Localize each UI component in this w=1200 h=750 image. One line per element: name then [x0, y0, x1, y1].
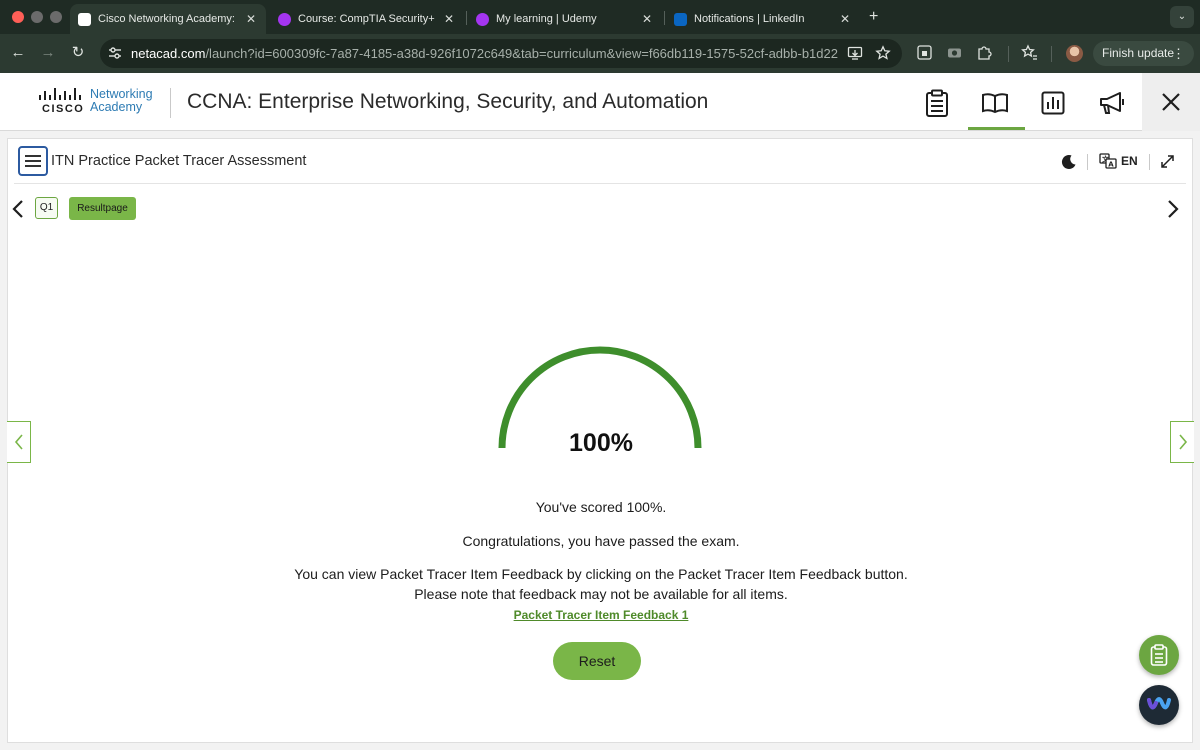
browser-tab-comptia[interactable]: Course: CompTIA Security+ (S ✕ [270, 4, 464, 34]
header-divider [170, 88, 171, 118]
window-zoom-button[interactable] [50, 11, 62, 23]
url-text[interactable]: netacad.com/launch?id=600309fc-7a87-4185… [131, 46, 839, 61]
packet-tracer-feedback-link[interactable]: Packet Tracer Item Feedback 1 [8, 608, 1194, 622]
back-arrow-icon[interactable]: ← [8, 43, 28, 63]
bookmarks-list-icon[interactable] [1020, 44, 1038, 62]
clipboard-icon [926, 89, 948, 117]
logo-line-2: Academy [90, 100, 143, 114]
next-question-button[interactable] [1166, 199, 1180, 224]
card-divider [14, 183, 1186, 184]
active-tab-indicator [968, 127, 1025, 130]
dark-mode-toggle[interactable] [1061, 154, 1077, 175]
tab-title: Course: CompTIA Security+ (S [298, 13, 436, 25]
toolbar-separator [1149, 154, 1150, 170]
tab-title: Notifications | LinkedIn [694, 13, 805, 25]
window-minimize-button[interactable] [31, 11, 43, 23]
toolbar-separator [1087, 154, 1088, 170]
megaphone-icon [1100, 92, 1124, 114]
browser-tab-linkedin[interactable]: Notifications | LinkedIn ✕ [666, 4, 860, 34]
forward-arrow-icon[interactable]: → [38, 43, 58, 63]
moon-icon [1061, 155, 1076, 170]
address-bar[interactable]: netacad.com/launch?id=600309fc-7a87-4185… [100, 39, 902, 68]
tab-close-icon[interactable]: ✕ [244, 12, 258, 26]
hamburger-icon-line [25, 165, 41, 167]
install-app-icon[interactable] [847, 45, 863, 64]
webex-button[interactable] [1139, 685, 1179, 725]
svg-text:A: A [1108, 161, 1114, 169]
course-title: CCNA: Enterprise Networking, Security, a… [187, 90, 709, 113]
toolbar-separator [1051, 46, 1052, 62]
score-percentage: 100% [569, 429, 633, 457]
score-message: You've scored 100%. [535, 499, 667, 515]
clipboard-button[interactable] [917, 83, 957, 123]
browser-tab-udemy[interactable]: My learning | Udemy ✕ [468, 4, 662, 34]
finish-update-button[interactable]: Finish update ⋮ [1093, 41, 1194, 66]
more-menu-icon[interactable]: ⋮ [1172, 41, 1185, 66]
new-tab-icon[interactable]: + [869, 8, 878, 26]
app-header: CISCO Networking Academy CCNA: Enterpris… [0, 73, 1200, 131]
floating-clipboard-button[interactable] [1139, 635, 1179, 675]
chevron-right-icon [1168, 200, 1179, 218]
congratulations-message: Congratulations, you have passed the exa… [462, 533, 740, 549]
logo-wordmark: CISCO [42, 103, 85, 115]
language-code: EN [1121, 154, 1138, 168]
window-close-button[interactable] [12, 11, 24, 23]
expand-icon [1161, 155, 1174, 168]
book-button[interactable] [975, 83, 1015, 123]
logo-academy-text: Networking Academy [90, 88, 153, 114]
site-settings-icon[interactable] [108, 46, 124, 61]
assessment-title: ITN Practice Packet Tracer Assessment [51, 153, 307, 169]
assessment-card: ITN Practice Packet Tracer Assessment 文A… [7, 138, 1194, 743]
udemy-favicon-icon [278, 12, 291, 26]
toolbar-separator [1008, 46, 1009, 62]
tab-separator [466, 11, 467, 25]
feedback-info-line-1: You can view Packet Tracer Item Feedback… [294, 566, 908, 582]
browser-tab-netacad[interactable]: Cisco Networking Academy: C ✕ [70, 4, 266, 34]
url-path: /launch?id=600309fc-7a87-4185-a38d-926f1… [205, 46, 839, 61]
tab-title: My learning | Udemy [496, 13, 597, 25]
browser-tab-bar: Cisco Networking Academy: C ✕ Course: Co… [0, 0, 1200, 34]
linkedin-favicon-icon [674, 12, 687, 26]
feedback-info-line-2: Please note that feedback may not be ava… [414, 586, 788, 602]
camera-icon[interactable] [945, 44, 963, 62]
previous-question-button[interactable] [11, 199, 25, 224]
close-course-button[interactable] [1142, 73, 1200, 131]
tab-close-icon[interactable]: ✕ [442, 12, 456, 26]
udemy-favicon-icon [476, 12, 489, 26]
book-icon [982, 93, 1008, 114]
url-host: netacad.com [131, 46, 206, 61]
result-page-pill[interactable]: Resultpage [69, 197, 136, 220]
grades-button[interactable] [1033, 83, 1073, 123]
hamburger-icon-line [25, 160, 41, 162]
webex-icon [1147, 697, 1171, 710]
tab-search-chevron-icon[interactable]: ⌄ [1170, 6, 1194, 28]
chart-icon [1041, 91, 1065, 115]
cisco-bars-icon [39, 88, 81, 100]
share-icon[interactable] [915, 44, 933, 62]
bookmark-star-icon[interactable] [875, 45, 891, 64]
reset-button[interactable]: Reset [553, 642, 641, 680]
menu-button[interactable] [18, 146, 48, 176]
chevron-left-icon [12, 200, 23, 218]
browser-toolbar: ← → ↻ netacad.com/launch?id=600309fc-7a8… [0, 34, 1200, 73]
cisco-networking-academy-logo[interactable]: CISCO Networking Academy [38, 87, 158, 119]
question-pill-q1[interactable]: Q1 [35, 197, 58, 219]
fullscreen-button[interactable] [1160, 154, 1175, 174]
announcements-button[interactable] [1092, 83, 1132, 123]
tab-close-icon[interactable]: ✕ [640, 12, 654, 26]
translate-icon: 文A [1099, 153, 1117, 169]
tab-close-icon[interactable]: ✕ [838, 12, 852, 26]
hamburger-icon-line [25, 155, 41, 157]
reload-icon[interactable]: ↻ [68, 43, 88, 63]
close-icon [1162, 93, 1180, 111]
profile-avatar[interactable] [1066, 45, 1083, 62]
cisco-favicon-icon [78, 12, 91, 26]
finish-update-label: Finish update [1102, 46, 1175, 60]
tab-title: Cisco Networking Academy: C [98, 13, 238, 25]
tab-separator [664, 11, 665, 25]
language-selector[interactable]: 文A EN [1099, 153, 1138, 169]
extensions-puzzle-icon[interactable] [975, 44, 993, 62]
clipboard-icon [1150, 644, 1168, 666]
